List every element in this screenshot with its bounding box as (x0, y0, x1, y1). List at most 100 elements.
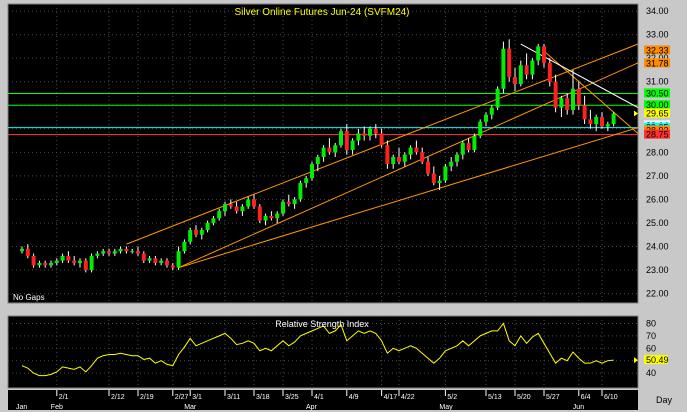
date-tick-label: 2/27 (175, 394, 189, 401)
price-tick-label: 28.00 (646, 147, 669, 157)
candle-body (130, 251, 135, 253)
candle-body (107, 251, 111, 254)
candle-body (217, 211, 222, 219)
candle-body (576, 88, 581, 106)
candle-body (547, 62, 552, 82)
candle-body (611, 113, 616, 125)
candle-body (327, 147, 332, 153)
candle-body (582, 105, 587, 120)
candle-body (89, 255, 94, 271)
date-tick-label: 5/13 (488, 394, 502, 401)
price-tick-label: 33.00 (646, 30, 669, 40)
price-tick-label: 25.00 (646, 218, 669, 228)
chart-svg: 22.0023.0024.0025.0026.0027.0028.0029.00… (0, 0, 687, 412)
date-tick-label: 4/9 (349, 394, 359, 401)
candle-body (257, 206, 262, 221)
candle-body (600, 117, 604, 127)
candle-body (431, 173, 436, 183)
candle-body (356, 133, 361, 141)
candle-body (101, 251, 106, 254)
candle-body (228, 204, 233, 207)
candle-body (402, 154, 407, 162)
candle-body (379, 133, 384, 146)
candle-body (530, 60, 535, 75)
candle-body (118, 248, 123, 252)
candle-body (524, 65, 529, 75)
candle-body (571, 88, 575, 110)
date-tick-label: 3/1 (192, 394, 202, 401)
candle-body (211, 218, 216, 223)
price-tick-label: 34.00 (646, 6, 669, 16)
date-tick-label: 5/2 (447, 394, 457, 401)
month-label: Jun (573, 404, 584, 411)
no-gaps-label: No Gaps (13, 293, 45, 302)
candle-body (194, 230, 198, 235)
candle-body (281, 201, 285, 214)
candle-body (223, 204, 227, 212)
x-axis-title: Day (656, 395, 673, 405)
candle-body (182, 241, 187, 252)
candle-body (344, 131, 349, 150)
candle-body (594, 117, 599, 125)
price-label-text: 31.78 (646, 58, 669, 68)
candle-body (112, 251, 117, 254)
candle-body (397, 157, 401, 162)
candle-body (205, 222, 210, 231)
candle-body (368, 128, 372, 136)
candle-body (252, 199, 256, 207)
candle-body (466, 142, 471, 150)
candle-body (484, 114, 488, 122)
candle-body (43, 262, 48, 266)
candle-body (95, 253, 100, 256)
candle-body (605, 124, 610, 127)
date-tick-label: 4/1 (314, 394, 324, 401)
candle-body (513, 76, 517, 85)
candle-body (495, 88, 500, 108)
candle-body (588, 119, 593, 125)
rsi-tick-label: 40 (646, 368, 656, 378)
candle-body (20, 248, 24, 252)
price-label-text: 32.33 (646, 45, 669, 55)
candle-body (170, 265, 175, 268)
rsi-tick-label: 60 (646, 343, 656, 353)
candle-body (408, 147, 413, 155)
candle-body (443, 166, 448, 181)
price-tick-label: 31.00 (646, 77, 669, 87)
candle-body (240, 206, 245, 212)
candle-body (391, 157, 396, 165)
candle-body (141, 253, 146, 261)
candle-body (304, 178, 309, 183)
candle-body (339, 131, 343, 146)
candle-body (298, 182, 303, 200)
candle-body (54, 260, 59, 263)
candle-body (165, 260, 169, 266)
month-label: Apr (306, 404, 318, 411)
date-tick-label: 6/4 (581, 394, 591, 401)
candle-body (147, 258, 152, 261)
month-label: Jan (16, 404, 27, 411)
candle-body (159, 260, 164, 263)
candle-body (333, 145, 338, 153)
candle-body (275, 213, 280, 219)
date-tick-label: 5/20 (517, 394, 531, 401)
candle-body (449, 161, 454, 167)
candle-body (426, 161, 430, 174)
candle-body (321, 147, 326, 158)
price-label-text: 29.65 (646, 108, 669, 118)
chart-root: 22.0023.0024.0025.0026.0027.0028.0029.00… (0, 0, 687, 412)
candle-body (292, 199, 297, 205)
candle-body (31, 255, 36, 266)
candle-body (153, 258, 158, 263)
candle-body (489, 107, 494, 115)
candle-body (199, 230, 204, 235)
candle-body (188, 230, 193, 242)
rsi-tick-label: 80 (646, 318, 656, 328)
candle-body (559, 98, 564, 108)
candle-body (437, 180, 442, 183)
rsi-tick-label: 70 (646, 331, 656, 341)
candle-body (542, 46, 546, 63)
price-label-text: 30.50 (646, 88, 669, 98)
candle-body (124, 248, 129, 252)
date-tick-label: 2/12 (111, 394, 125, 401)
date-tick-label: 3/18 (256, 394, 270, 401)
